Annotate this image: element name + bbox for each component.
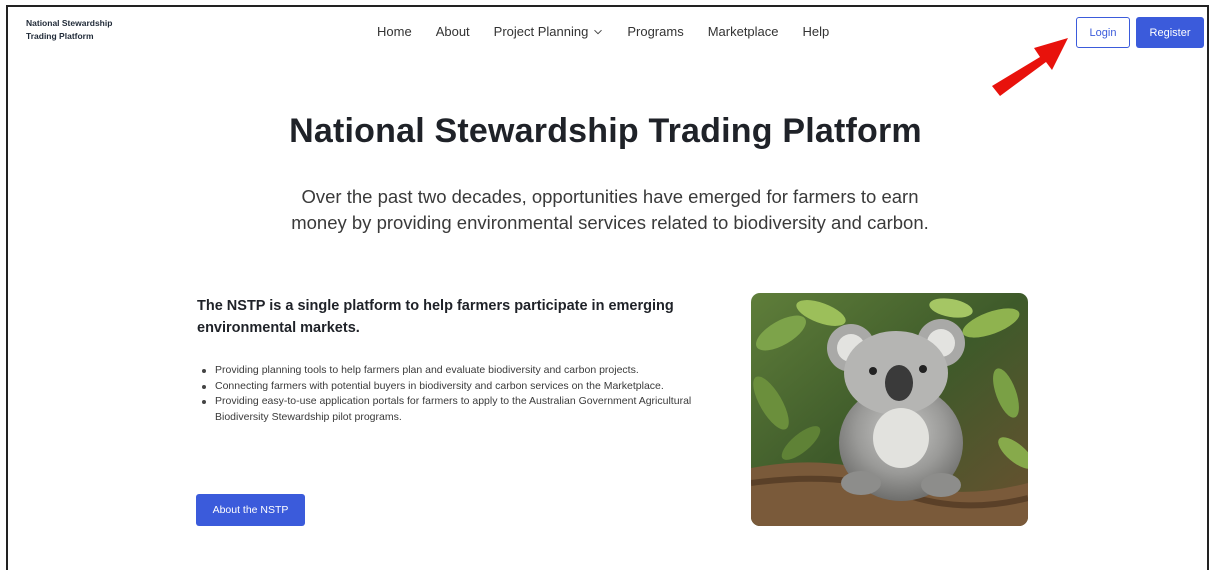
nav-item-programs[interactable]: Programs	[627, 24, 683, 39]
nav-item-label: Home	[377, 24, 412, 39]
brand-logo[interactable]: National Stewardship Trading Platform	[26, 17, 136, 43]
brand-line-2: Trading Platform	[26, 31, 94, 41]
page-title: National Stewardship Trading Platform	[289, 112, 922, 150]
nav-item-project-planning[interactable]: Project Planning	[494, 24, 604, 39]
red-arrow-icon	[992, 38, 1068, 96]
nav-item-about[interactable]: About	[436, 24, 470, 39]
intro-heading: The NSTP is a single platform to help fa…	[197, 298, 674, 336]
nav-item-marketplace[interactable]: Marketplace	[708, 24, 779, 39]
nav-item-help[interactable]: Help	[803, 24, 830, 39]
nav-item-home[interactable]: Home	[377, 24, 412, 39]
list-item: Providing planning tools to help farmers…	[202, 363, 725, 379]
list-item: Connecting farmers with potential buyers…	[202, 379, 725, 395]
list-item: Providing easy-to-use application portal…	[202, 394, 725, 425]
nav-item-label: Help	[802, 24, 830, 39]
nav-item-label: About	[435, 24, 470, 39]
register-button[interactable]: Register	[1136, 17, 1204, 48]
hero-subtitle: Over the past two decades, opportunities…	[260, 184, 960, 236]
nav-item-label: Project Planning	[493, 24, 589, 39]
feature-list: Providing planning tools to help farmers…	[197, 363, 725, 425]
chevron-down-icon	[594, 29, 603, 34]
hero-subtitle-line-1: Over the past two decades, opportunities…	[301, 186, 919, 207]
hero-subtitle-line-2: money by providing environmental service…	[291, 212, 929, 233]
main-nav: Home About Project Planning Programs Mar…	[377, 24, 853, 39]
login-button[interactable]: Login	[1076, 17, 1130, 48]
nav-item-label: Marketplace	[707, 24, 779, 39]
nav-item-label: Programs	[627, 24, 684, 39]
koala-illustration	[751, 293, 1028, 526]
brand-line-1: National Stewardship	[26, 18, 113, 28]
koala-image	[751, 293, 1028, 526]
about-nstp-button[interactable]: About the NSTP	[196, 494, 305, 526]
